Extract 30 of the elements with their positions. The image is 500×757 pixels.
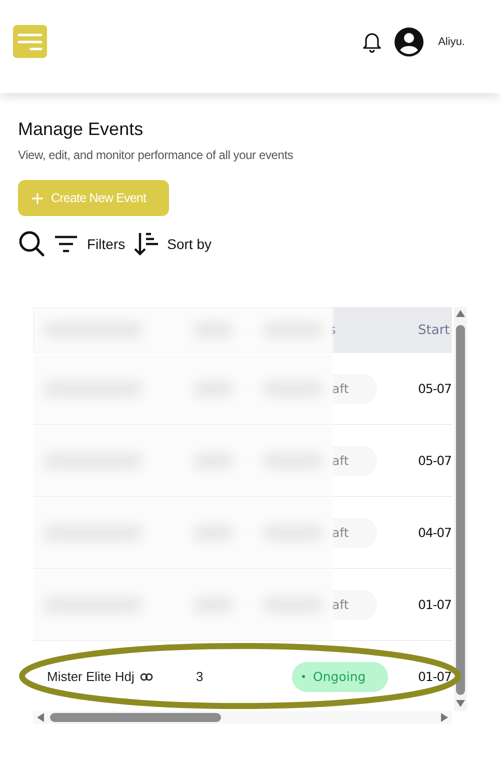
vertical-scrollbar[interactable] bbox=[454, 307, 467, 711]
scroll-thumb[interactable] bbox=[456, 325, 465, 695]
status-dot bbox=[302, 675, 305, 678]
bell-icon[interactable] bbox=[362, 30, 382, 52]
start-date: 05-07 bbox=[418, 453, 452, 468]
scroll-thumb[interactable] bbox=[50, 713, 221, 722]
menu-icon bbox=[17, 30, 43, 52]
search-icon[interactable] bbox=[18, 230, 45, 257]
sort-button[interactable]: Sort by bbox=[133, 230, 212, 256]
filters-button[interactable]: Filters bbox=[53, 232, 126, 254]
start-date: 01-07 bbox=[418, 669, 452, 684]
scroll-up-icon[interactable] bbox=[456, 310, 465, 317]
status-badge: Ongoing bbox=[292, 662, 388, 692]
sort-icon bbox=[133, 230, 160, 256]
page-title: Manage Events bbox=[18, 119, 144, 140]
horizontal-scrollbar[interactable] bbox=[33, 711, 452, 724]
scroll-right-icon[interactable] bbox=[441, 713, 448, 722]
count-cell: 3 bbox=[196, 669, 204, 684]
start-date: 01-07 bbox=[418, 597, 452, 612]
scroll-left-icon[interactable] bbox=[37, 713, 44, 722]
link-icon[interactable] bbox=[140, 672, 154, 682]
column-header: Start bbox=[418, 322, 450, 338]
page-subtitle: View, edit, and monitor performance of all your events bbox=[18, 148, 294, 162]
avatar-icon[interactable] bbox=[394, 26, 424, 56]
event-name-text: Mister Elite Hdj bbox=[47, 669, 134, 684]
start-date: 05-07 bbox=[418, 381, 452, 396]
plus-icon bbox=[32, 192, 43, 204]
start-date: 04-07 bbox=[418, 525, 452, 540]
user-name: Aliyu. bbox=[438, 36, 465, 48]
scroll-down-icon[interactable] bbox=[456, 700, 465, 707]
